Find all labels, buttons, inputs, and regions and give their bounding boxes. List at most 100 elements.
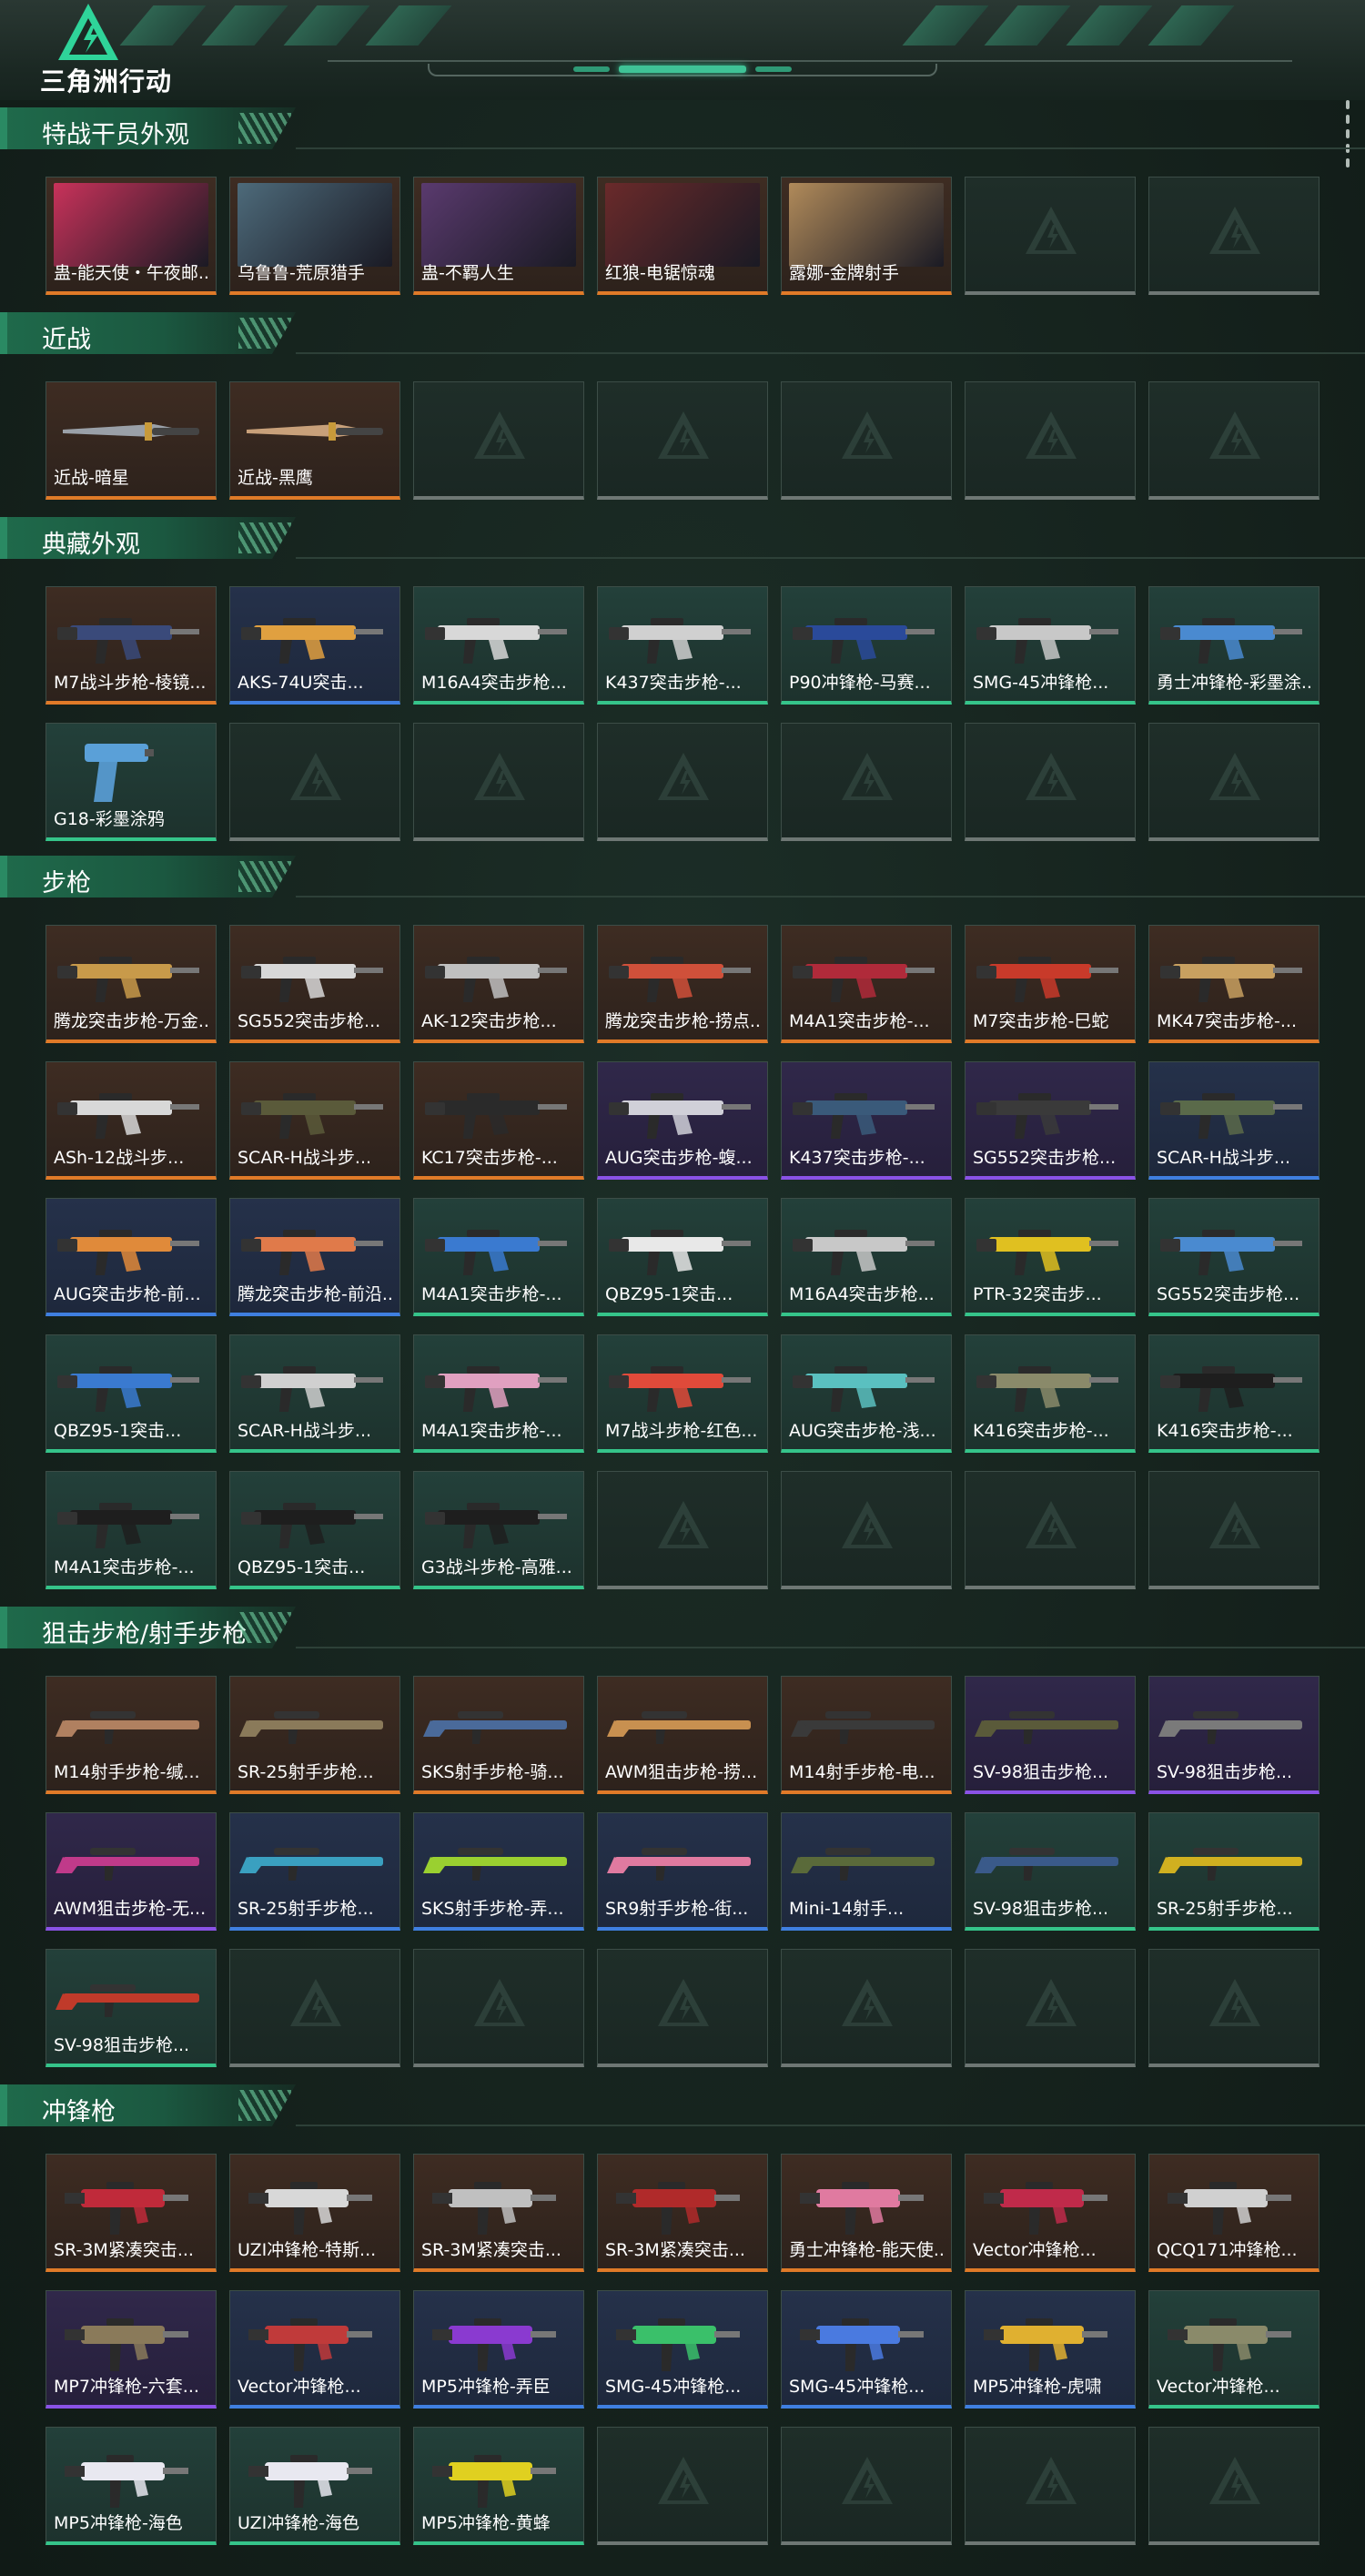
item-card[interactable]: UZI冲锋枪-特斯... bbox=[229, 2154, 400, 2272]
item-card[interactable]: SMG-45冲锋枪... bbox=[781, 2290, 952, 2409]
item-card[interactable]: M4A1突击步枪-... bbox=[781, 925, 952, 1043]
banner-stripe bbox=[283, 5, 370, 46]
item-card[interactable]: Vector冲锋枪... bbox=[965, 2154, 1136, 2272]
weapon-image bbox=[241, 618, 383, 664]
item-card[interactable]: SR-25射手步枪... bbox=[1148, 1812, 1320, 1931]
item-card[interactable]: SG552突击步枪... bbox=[1148, 1198, 1320, 1316]
item-card[interactable]: AUG突击步枪-前... bbox=[46, 1198, 217, 1316]
item-card[interactable]: SR-3M紧凑突击... bbox=[46, 2154, 217, 2272]
item-card[interactable]: SV-98狙击步枪... bbox=[1148, 1676, 1320, 1794]
item-card[interactable]: MK47突击步枪-... bbox=[1148, 925, 1320, 1043]
empty-slot bbox=[781, 723, 952, 841]
item-card[interactable]: MP5冲锋枪-海色 bbox=[46, 2427, 217, 2545]
item-card[interactable]: K416突击步枪-... bbox=[1148, 1334, 1320, 1453]
item-card[interactable]: K437突击步枪-... bbox=[781, 1061, 952, 1180]
item-card[interactable]: G3战斗步枪-高雅... bbox=[413, 1471, 584, 1589]
empty-slot-icon bbox=[842, 1501, 893, 1548]
item-card[interactable]: SR9射手步枪-街... bbox=[597, 1812, 768, 1931]
item-card[interactable]: SR-25射手步枪... bbox=[229, 1812, 400, 1931]
item-card[interactable]: UZI冲锋枪-海色 bbox=[229, 2427, 400, 2545]
item-card[interactable]: SMG-45冲锋枪... bbox=[597, 2290, 768, 2409]
item-card[interactable]: M7战斗步枪-红色... bbox=[597, 1334, 768, 1453]
item-card[interactable]: M4A1突击步枪-... bbox=[413, 1334, 584, 1453]
item-name: SKS射手步枪-骑... bbox=[421, 1762, 564, 1782]
item-name: M16A4突击步枪... bbox=[421, 673, 567, 693]
item-card[interactable]: M4A1突击步枪-... bbox=[46, 1471, 217, 1589]
item-card[interactable]: SR-3M紧凑突击... bbox=[597, 2154, 768, 2272]
item-card[interactable]: MP5冲锋枪-黄蜂 bbox=[413, 2427, 584, 2545]
item-card[interactable]: MP5冲锋枪-虎啸 bbox=[965, 2290, 1136, 2409]
item-card[interactable]: M7战斗步枪-棱镜... bbox=[46, 586, 217, 705]
item-card[interactable]: 红狼-电锯惊魂 bbox=[597, 177, 768, 295]
item-card[interactable]: AK-12突击步枪... bbox=[413, 925, 584, 1043]
item-card[interactable]: K437突击步枪-... bbox=[597, 586, 768, 705]
item-card[interactable]: G18-彩墨涂鸦 bbox=[46, 723, 217, 841]
item-card[interactable]: 腾龙突击步枪-前沿... bbox=[229, 1198, 400, 1316]
item-card[interactable]: PTR-32突击步... bbox=[965, 1198, 1136, 1316]
item-card[interactable]: M16A4突击步枪... bbox=[781, 1198, 952, 1316]
item-card[interactable]: SCAR-H战斗步... bbox=[229, 1061, 400, 1180]
item-name: Vector冲锋枪... bbox=[238, 2377, 361, 2397]
weapon-image bbox=[609, 1230, 751, 1275]
item-card[interactable]: 腾龙突击步枪-捞点... bbox=[597, 925, 768, 1043]
item-card[interactable]: 露娜-金牌射手 bbox=[781, 177, 952, 295]
item-card[interactable]: QBZ95-1突击... bbox=[229, 1471, 400, 1589]
item-card[interactable]: 蛊-能天使・午夜邮... bbox=[46, 177, 217, 295]
item-name: UZI冲锋枪-海色 bbox=[238, 2513, 360, 2533]
item-card[interactable]: Vector冲锋枪... bbox=[229, 2290, 400, 2409]
item-name: SG552突击步枪... bbox=[238, 1011, 381, 1031]
item-name: SG552突击步枪... bbox=[973, 1148, 1117, 1168]
item-card[interactable]: SV-98狙击步枪... bbox=[965, 1812, 1136, 1931]
item-card[interactable]: M14射手步枪-缄... bbox=[46, 1676, 217, 1794]
item-card[interactable]: SV-98狙击步枪... bbox=[46, 1949, 217, 2067]
empty-slot-icon bbox=[658, 1979, 709, 2026]
item-card[interactable]: P90冲锋枪-马赛... bbox=[781, 586, 952, 705]
item-card[interactable]: SCAR-H战斗步... bbox=[1148, 1061, 1320, 1180]
item-card[interactable]: SKS射手步枪-弄... bbox=[413, 1812, 584, 1931]
section-header: 近战 bbox=[0, 312, 296, 354]
item-card[interactable]: ASh-12战斗步... bbox=[46, 1061, 217, 1180]
item-card[interactable]: 近战-暗星 bbox=[46, 381, 217, 500]
item-name: Vector冲锋枪... bbox=[1157, 2377, 1280, 2397]
item-card[interactable]: QBZ95-1突击... bbox=[46, 1334, 217, 1453]
item-card[interactable]: M4A1突击步枪-... bbox=[413, 1198, 584, 1316]
item-card[interactable]: M14射手步枪-电... bbox=[781, 1676, 952, 1794]
item-card[interactable]: SCAR-H战斗步... bbox=[229, 1334, 400, 1453]
item-card[interactable]: Mini-14射手... bbox=[781, 1812, 952, 1931]
item-card[interactable]: MP5冲锋枪-弄臣 bbox=[413, 2290, 584, 2409]
item-card[interactable]: 勇士冲锋枪-能天使... bbox=[781, 2154, 952, 2272]
empty-slot-icon bbox=[658, 411, 709, 459]
item-card[interactable]: MP7冲锋枪-六套... bbox=[46, 2290, 217, 2409]
item-card[interactable]: KC17突击步枪-... bbox=[413, 1061, 584, 1180]
item-card[interactable]: 蛊-不羁人生 bbox=[413, 177, 584, 295]
item-card[interactable]: AKS-74U突击... bbox=[229, 586, 400, 705]
item-card[interactable]: 勇士冲锋枪-彩墨涂... bbox=[1148, 586, 1320, 705]
item-card[interactable]: SG552突击步枪... bbox=[965, 1061, 1136, 1180]
banner-stripe bbox=[902, 5, 989, 46]
item-name: Mini-14射手... bbox=[789, 1899, 905, 1919]
item-card[interactable]: Vector冲锋枪... bbox=[1148, 2290, 1320, 2409]
item-card[interactable]: AWM狙击步枪-捞... bbox=[597, 1676, 768, 1794]
item-card[interactable]: AUG突击步枪-蝮... bbox=[597, 1061, 768, 1180]
item-card[interactable]: QCQ171冲锋枪... bbox=[1148, 2154, 1320, 2272]
section-title: 步枪 bbox=[42, 869, 91, 898]
item-card[interactable]: 乌鲁鲁-荒原猎手 bbox=[229, 177, 400, 295]
item-card[interactable]: 近战-黑鹰 bbox=[229, 381, 400, 500]
item-card[interactable]: 腾龙突击步枪-万金... bbox=[46, 925, 217, 1043]
item-card[interactable]: SG552突击步枪... bbox=[229, 925, 400, 1043]
empty-slot bbox=[413, 1949, 584, 2067]
item-card[interactable]: K416突击步枪-... bbox=[965, 1334, 1136, 1453]
item-card[interactable]: SV-98狙击步枪... bbox=[965, 1676, 1136, 1794]
section-header: 冲锋枪 bbox=[0, 2084, 296, 2126]
scrollbar[interactable] bbox=[1345, 100, 1350, 173]
item-card[interactable]: SR-3M紧凑突击... bbox=[413, 2154, 584, 2272]
item-card[interactable]: SMG-45冲锋枪... bbox=[965, 586, 1136, 705]
item-card[interactable]: SR-25射手步枪... bbox=[229, 1676, 400, 1794]
empty-slot-icon bbox=[842, 1979, 893, 2026]
item-card[interactable]: M7突击步枪-巳蛇 bbox=[965, 925, 1136, 1043]
item-card[interactable]: QBZ95-1突击... bbox=[597, 1198, 768, 1316]
item-card[interactable]: M16A4突击步枪... bbox=[413, 586, 584, 705]
item-card[interactable]: AUG突击步枪-浅... bbox=[781, 1334, 952, 1453]
item-card[interactable]: AWM狙击步枪-无... bbox=[46, 1812, 217, 1931]
item-card[interactable]: SKS射手步枪-骑... bbox=[413, 1676, 584, 1794]
